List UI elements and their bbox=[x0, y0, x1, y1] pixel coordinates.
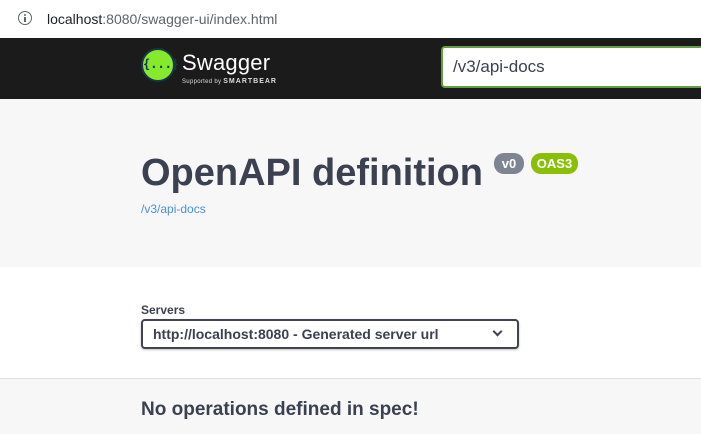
swagger-logo-icon: {...} bbox=[141, 48, 180, 82]
swagger-topbar: {...} Swagger Supported by SMARTBEAR bbox=[0, 38, 701, 99]
logo-supported-text: Supported by bbox=[182, 79, 222, 85]
oas-badge: OAS3 bbox=[531, 153, 578, 174]
version-badge: v0 bbox=[494, 153, 524, 174]
page-title: OpenAPI definition bbox=[141, 152, 483, 194]
chevron-down-icon bbox=[492, 326, 503, 337]
url-host: localhost bbox=[47, 11, 103, 27]
swagger-logo[interactable]: {...} Swagger Supported by SMARTBEAR bbox=[141, 48, 301, 90]
logo-symbol: {...} bbox=[143, 57, 180, 71]
no-operations-message: No operations defined in spec! bbox=[141, 399, 419, 420]
api-docs-url-input[interactable] bbox=[441, 46, 701, 88]
info-icon[interactable] bbox=[18, 11, 32, 25]
operations-section: No operations defined in spec! bbox=[0, 378, 701, 434]
logo-name: Swagger bbox=[182, 50, 271, 75]
info-section: OpenAPI definition v0 OAS3 /v3/api-docs bbox=[0, 99, 701, 267]
servers-section: Servers http://localhost:8080 - Generate… bbox=[0, 267, 701, 378]
server-select[interactable]: http://localhost:8080 - Generated server… bbox=[141, 319, 519, 349]
logo-supported-by: Supported by SMARTBEAR bbox=[182, 78, 277, 85]
url-text[interactable]: localhost:8080/swagger-ui/index.html bbox=[47, 10, 277, 28]
url-path: :8080/swagger-ui/index.html bbox=[102, 11, 278, 27]
logo-company: SMARTBEAR bbox=[223, 78, 277, 85]
server-select-value: http://localhost:8080 - Generated server… bbox=[153, 326, 439, 342]
api-docs-link[interactable]: /v3/api-docs bbox=[141, 202, 206, 216]
browser-address-bar[interactable]: localhost:8080/swagger-ui/index.html bbox=[0, 0, 701, 38]
servers-label: Servers bbox=[141, 303, 186, 317]
